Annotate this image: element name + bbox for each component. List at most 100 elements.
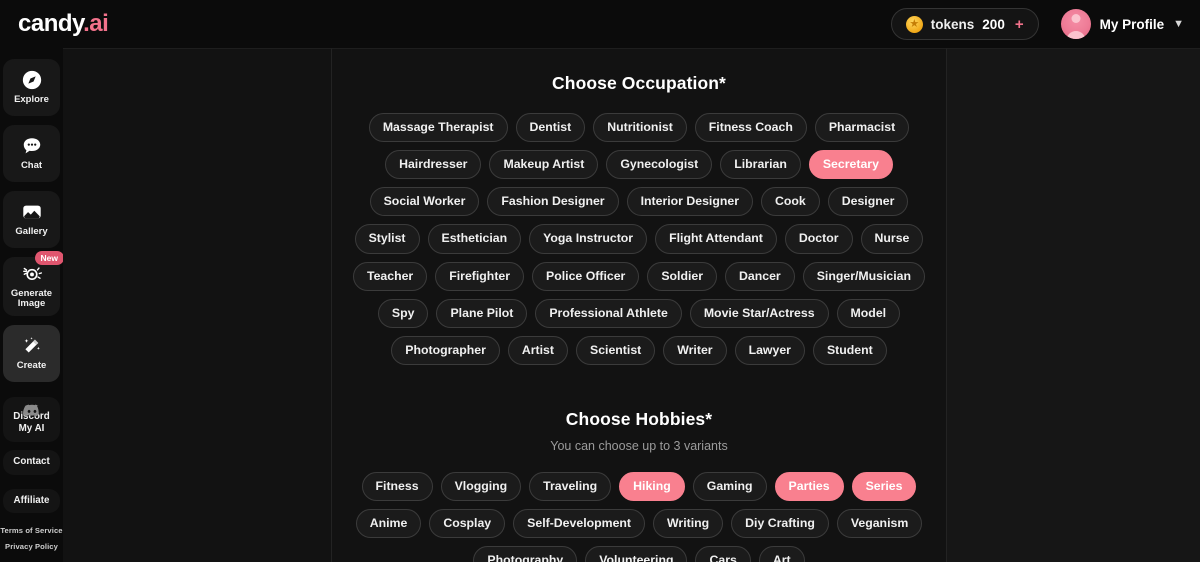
occupation-chip[interactable]: Nurse <box>861 224 924 253</box>
sidebar-item-generate-image[interactable]: New Generate Image <box>3 257 60 316</box>
tokens-label: tokens <box>931 17 975 32</box>
hobbies-chip[interactable]: Fitness <box>362 472 433 501</box>
sidebar-item-label-gallery: Gallery <box>15 227 47 237</box>
sidebar-item-chat[interactable]: Chat <box>3 125 60 182</box>
occupation-chip-label: Student <box>827 343 873 357</box>
occupation-chip[interactable]: Artist <box>508 336 568 365</box>
occupation-chip[interactable]: Librarian <box>720 150 801 179</box>
occupation-chip[interactable]: Flight Attendant <box>655 224 777 253</box>
occupation-chip[interactable]: Firefighter <box>435 262 524 291</box>
occupation-chip-list: Massage Therapist DentistNutritionist Fitn… <box>346 113 932 365</box>
hobbies-chip-label: Fitness <box>376 479 419 493</box>
occupation-chip-label: Writer <box>677 343 712 357</box>
occupation-chip[interactable]: Makeup Artist <box>489 150 598 179</box>
hobbies-chip[interactable]: Vlogging <box>441 472 522 501</box>
occupation-chip[interactable]: Plane Pilot <box>436 299 527 328</box>
occupation-chip[interactable]: Doctor <box>785 224 853 253</box>
tokens-button[interactable]: ★ tokens 200 + <box>891 8 1039 40</box>
occupation-title: Choose Occupation* <box>346 49 932 94</box>
occupation-section: Choose Occupation* Massage Therapist Dent… <box>332 49 946 365</box>
occupation-chip-label: Social Worker <box>384 194 466 208</box>
occupation-chip[interactable]: Scientist <box>576 336 655 365</box>
hobbies-chip[interactable]: Anime <box>356 509 422 538</box>
terms-of-service-link[interactable]: Terms of Service <box>0 526 62 535</box>
sidebar-item-create[interactable]: Create <box>3 325 60 382</box>
occupation-chip[interactable]: Esthetician <box>428 224 522 253</box>
hobbies-chip-label: Cars <box>709 553 736 562</box>
avatar <box>1061 9 1091 39</box>
occupation-chip[interactable]: Massage Therapist <box>369 113 508 142</box>
occupation-chip[interactable]: Model <box>837 299 901 328</box>
coin-star-icon: ★ <box>906 16 923 33</box>
occupation-chip[interactable]: Designer <box>828 187 909 216</box>
occupation-chip[interactable]: Interior Designer <box>627 187 753 216</box>
sidebar-item-contact[interactable]: Contact <box>3 450 60 474</box>
tokens-count: 200 <box>982 17 1005 32</box>
occupation-chip[interactable]: Photographer <box>391 336 500 365</box>
occupation-chip[interactable]: Police Officer <box>532 262 639 291</box>
sidebar-item-discord[interactable]: Discord My AI <box>3 397 60 442</box>
magic-wand-icon <box>21 335 43 357</box>
hobbies-chip[interactable]: Volunteering <box>585 546 687 562</box>
hobbies-chip[interactable]: Parties <box>775 472 844 501</box>
add-tokens-icon[interactable]: + <box>1015 16 1024 33</box>
hobbies-chip[interactable]: Writing <box>653 509 723 538</box>
hobbies-chip-label: Series <box>866 479 903 493</box>
occupation-chip[interactable]: Writer <box>663 336 726 365</box>
hobbies-chip-label: Art <box>773 553 791 562</box>
discord-icon <box>22 404 42 418</box>
hobbies-chip[interactable]: Hiking <box>619 472 685 501</box>
occupation-chip[interactable]: Nutritionist <box>593 113 687 142</box>
new-badge: New <box>35 251 64 265</box>
occupation-chip[interactable]: Stylist <box>355 224 420 253</box>
occupation-chip[interactable]: Movie Star/Actress <box>690 299 829 328</box>
hobbies-chip[interactable]: Cars <box>695 546 750 562</box>
preview-panel <box>63 48 332 562</box>
hobbies-chip[interactable]: Photography <box>473 546 577 562</box>
sidebar-item-gallery[interactable]: Gallery <box>3 191 60 248</box>
occupation-chip[interactable]: Singer/Musician <box>803 262 925 291</box>
sidebar-item-explore[interactable]: Explore <box>3 59 60 116</box>
hobbies-chip[interactable]: Veganism <box>837 509 922 538</box>
occupation-chip-label: Dancer <box>739 269 781 283</box>
main-content: Choose Occupation* Massage Therapist Dent… <box>332 48 946 562</box>
sidebar-item-affiliate[interactable]: Affiliate <box>3 489 60 513</box>
occupation-chip-label: Photographer <box>405 343 486 357</box>
occupation-chip-label: Makeup Artist <box>503 157 584 171</box>
occupation-chip[interactable]: Dancer <box>725 262 795 291</box>
occupation-chip[interactable]: Yoga Instructor <box>529 224 647 253</box>
hobbies-chip[interactable]: Self-Development <box>513 509 645 538</box>
header-right-group: ★ tokens 200 + My Profile ▼ <box>891 8 1184 40</box>
occupation-chip[interactable]: Spy <box>378 299 429 328</box>
occupation-chip-label: Stylist <box>369 231 406 245</box>
hobbies-chip[interactable]: Traveling <box>529 472 611 501</box>
hobbies-chip[interactable]: Art <box>759 546 805 562</box>
hobbies-chip[interactable]: Gaming <box>693 472 767 501</box>
occupation-chip[interactable]: Social Worker <box>370 187 480 216</box>
hobbies-chip-label: Hiking <box>633 479 671 493</box>
privacy-policy-link[interactable]: Privacy Policy <box>5 542 58 551</box>
hobbies-chip-label: Photography <box>487 553 563 562</box>
hobbies-chip[interactable]: Cosplay <box>429 509 505 538</box>
occupation-chip[interactable]: Lawyer <box>735 336 805 365</box>
profile-menu[interactable]: My Profile ▼ <box>1061 9 1184 39</box>
brand-logo[interactable]: candy.ai <box>18 12 108 36</box>
hobbies-chip[interactable]: Diy Crafting <box>731 509 829 538</box>
occupation-chip[interactable]: Fashion Designer <box>487 187 618 216</box>
occupation-chip[interactable]: Student <box>813 336 887 365</box>
hobbies-chip-label: Cosplay <box>443 516 491 530</box>
occupation-chip-label: Designer <box>842 194 895 208</box>
occupation-chip[interactable]: Professional Athlete <box>535 299 681 328</box>
occupation-chip[interactable]: Cook <box>761 187 820 216</box>
occupation-chip[interactable]: Dentist <box>516 113 586 142</box>
hobbies-chip[interactable]: Series <box>852 472 917 501</box>
occupation-chip[interactable]: Teacher <box>353 262 427 291</box>
occupation-chip-label: Yoga Instructor <box>543 231 633 245</box>
occupation-chip[interactable]: Hairdresser <box>385 150 481 179</box>
occupation-chip[interactable]: Gynecologist <box>606 150 712 179</box>
occupation-chip[interactable]: Pharmacist <box>815 113 909 142</box>
occupation-chip[interactable]: Soldier <box>647 262 717 291</box>
occupation-chip[interactable]: Secretary <box>809 150 893 179</box>
hobbies-chip-label: Diy Crafting <box>745 516 815 530</box>
occupation-chip[interactable]: Fitness Coach <box>695 113 807 142</box>
